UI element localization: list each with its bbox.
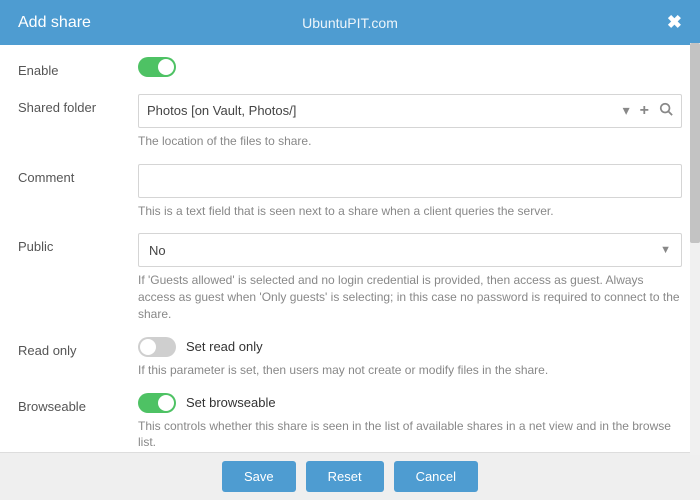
browseable-hint: This controls whether this share is seen… (138, 418, 682, 452)
enable-toggle[interactable] (138, 57, 176, 77)
enable-label: Enable (18, 57, 138, 80)
browseable-toggle-label: Set browseable (186, 395, 276, 410)
add-share-dialog: Add share UbuntuPIT.com ✖ Enable Shared … (0, 0, 700, 500)
comment-hint: This is a text field that is seen next t… (138, 203, 682, 220)
chevron-down-icon[interactable]: ▾ (623, 102, 630, 120)
field-public: Public No ▼ If 'Guests allowed' is selec… (18, 233, 682, 322)
browseable-label: Browseable (18, 393, 138, 452)
read-only-toggle-label: Set read only (186, 339, 263, 354)
field-read-only: Read only Set read only If this paramete… (18, 337, 682, 379)
chevron-down-icon: ▼ (660, 244, 671, 256)
field-shared-folder: Shared folder ▾ + The location of the fi… (18, 94, 682, 150)
field-enable: Enable (18, 57, 682, 80)
save-button[interactable]: Save (222, 461, 296, 492)
search-icon[interactable] (659, 102, 673, 120)
field-browseable: Browseable Set browseable This controls … (18, 393, 682, 452)
dialog-header: Add share UbuntuPIT.com ✖ (0, 0, 700, 45)
public-label: Public (18, 233, 138, 322)
read-only-hint: If this parameter is set, then users may… (138, 362, 682, 379)
shared-folder-input[interactable] (147, 103, 623, 118)
cancel-button[interactable]: Cancel (394, 461, 478, 492)
scrollbar-thumb[interactable] (690, 43, 700, 243)
shared-folder-input-group: ▾ + (138, 94, 682, 128)
close-icon[interactable]: ✖ (667, 12, 682, 33)
field-comment: Comment This is a text field that is see… (18, 164, 682, 220)
public-select[interactable]: No ▼ (138, 233, 682, 267)
browseable-toggle[interactable] (138, 393, 176, 413)
dialog-body: Enable Shared folder ▾ + The location of… (0, 45, 700, 452)
public-value: No (149, 243, 166, 258)
shared-folder-label: Shared folder (18, 94, 138, 150)
read-only-label: Read only (18, 337, 138, 379)
reset-button[interactable]: Reset (306, 461, 384, 492)
plus-icon[interactable]: + (640, 102, 649, 120)
dialog-title: Add share (18, 14, 91, 32)
public-hint: If 'Guests allowed' is selected and no l… (138, 272, 682, 322)
brand-watermark: UbuntuPIT.com (302, 15, 398, 31)
comment-input[interactable] (138, 164, 682, 198)
dialog-footer: Save Reset Cancel (0, 452, 700, 500)
read-only-toggle[interactable] (138, 337, 176, 357)
shared-folder-hint: The location of the files to share. (138, 133, 682, 150)
comment-label: Comment (18, 164, 138, 220)
